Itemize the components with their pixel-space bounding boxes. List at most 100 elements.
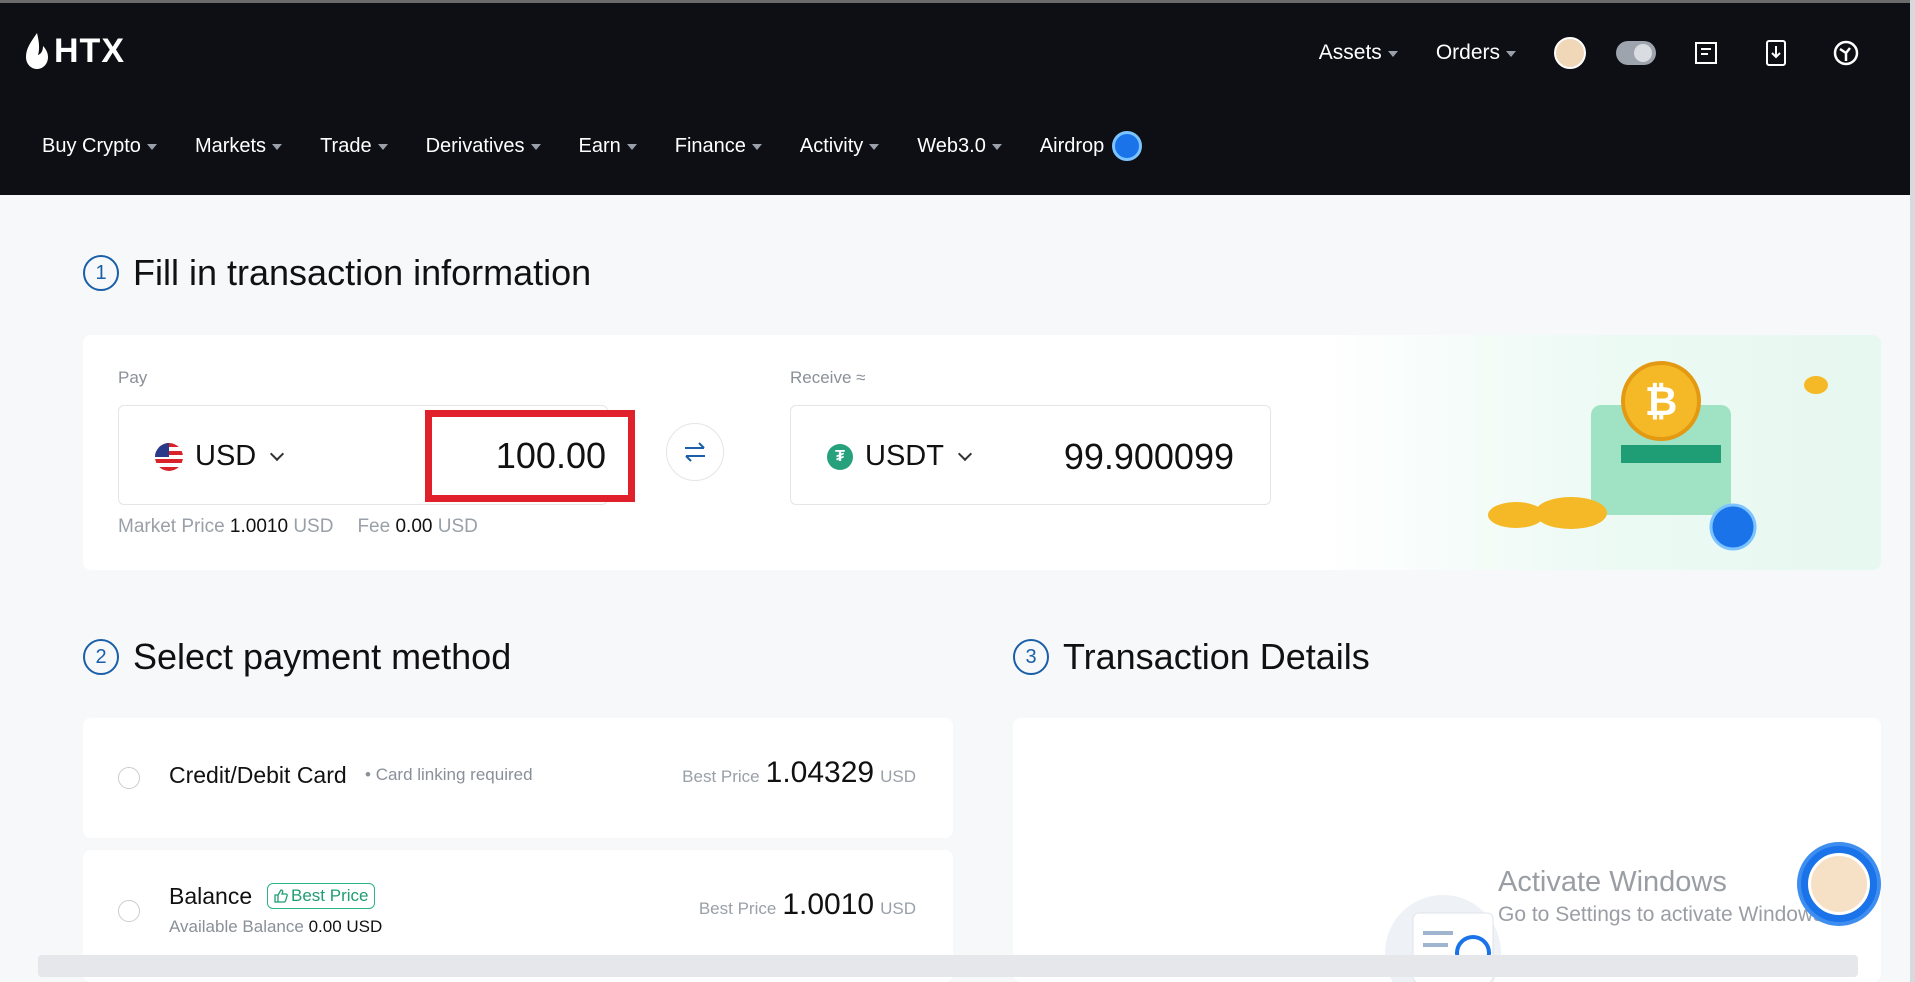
available-balance: Available Balance 0.00 USD — [169, 917, 382, 937]
coin-illustration: ₿ — [1321, 335, 1881, 570]
step1-title: Fill in transaction information — [133, 252, 592, 293]
payment-radio[interactable] — [118, 900, 140, 922]
nav-label: Web3.0 — [917, 134, 986, 157]
pay-label: Pay — [118, 368, 148, 387]
airdrop-badge-icon — [1112, 131, 1143, 161]
receive-box: ₮ USDT 99.900099 — [790, 405, 1271, 505]
payment-method-name: Balance — [169, 883, 253, 909]
nav-label: Markets — [194, 134, 267, 157]
assets-menu[interactable]: Assets — [1319, 41, 1398, 65]
svg-text:₿: ₿ — [1645, 380, 1678, 424]
caret-down-icon — [1506, 51, 1516, 57]
download-icon[interactable] — [1756, 33, 1796, 73]
payment-radio[interactable] — [118, 767, 140, 789]
nav-earn[interactable]: Earn — [579, 135, 637, 158]
price-value: 1.04329 — [765, 756, 875, 789]
caret-down-icon — [377, 144, 388, 150]
payment-method-card[interactable]: Credit/Debit Card • Card linking require… — [83, 718, 953, 838]
activate-windows-watermark: Activate Windows Go to Settings to activ… — [1498, 866, 1830, 927]
step1-heading: 1 Fill in transaction information — [83, 252, 591, 294]
header-right-controls: Assets Orders — [1319, 33, 1866, 73]
globe-icon[interactable] — [1826, 33, 1866, 73]
nav-label: Trade — [320, 134, 372, 157]
htx-logo[interactable]: HTX — [24, 31, 125, 71]
message-icon[interactable] — [1686, 33, 1726, 73]
nav-buy-crypto[interactable]: Buy Crypto — [42, 135, 157, 158]
price-unit: USD — [880, 899, 916, 918]
pay-amount-input[interactable] — [425, 410, 635, 502]
fee-unit: USD — [437, 516, 478, 537]
caret-down-icon — [869, 144, 880, 150]
market-price: Market Price 1.0010 USD — [118, 516, 333, 538]
nav-derivatives[interactable]: Derivatives — [426, 135, 541, 158]
chevron-down-icon — [957, 446, 973, 461]
chevron-down-icon — [270, 446, 285, 461]
price-unit: USD — [880, 767, 916, 786]
available-label: Available Balance — [169, 917, 304, 936]
pay-currency-label: USD — [195, 440, 257, 472]
best-price: Best Price 1.0010 USD — [699, 888, 916, 922]
receive-currency-select[interactable]: ₮ USDT — [827, 440, 973, 473]
nav-activity[interactable]: Activity — [800, 135, 880, 158]
nav-airdrop[interactable]: Airdrop — [1039, 131, 1143, 161]
logo-text: HTX — [54, 31, 125, 70]
receive-amount: 99.900099 — [1063, 436, 1234, 477]
nav-label: Earn — [578, 134, 621, 157]
receive-label: Receive ≈ — [790, 368, 866, 387]
card-linking-note: • Card linking required — [365, 765, 533, 784]
step3-heading: 3 Transaction Details — [1013, 636, 1370, 678]
step-number: 3 — [1013, 639, 1049, 675]
orders-menu[interactable]: Orders — [1436, 41, 1516, 65]
horizontal-scrollbar[interactable] — [38, 955, 1858, 977]
step2-heading: 2 Select payment method — [83, 636, 511, 678]
nav-trade[interactable]: Trade — [320, 135, 388, 158]
caret-down-icon — [530, 144, 541, 150]
support-chat-button[interactable] — [1797, 842, 1881, 926]
watermark-line2: Go to Settings to activate Windows. — [1498, 903, 1830, 926]
caret-down-icon — [1387, 51, 1398, 57]
transaction-card: ₿ Pay USD Receive ≈ ₮ USDT 99.900099 — [83, 335, 1881, 570]
nav-markets[interactable]: Markets — [194, 134, 283, 158]
notification-toggle[interactable] — [1616, 33, 1656, 73]
support-avatar-icon — [1808, 853, 1870, 915]
main-nav: Buy Crypto Markets Trade Derivatives Ear… — [42, 131, 1180, 161]
best-price: Best Price 1.04329 USD — [682, 756, 916, 790]
fee-value: 0.00 — [395, 516, 433, 537]
thumbs-up-icon — [274, 889, 288, 903]
step-number: 2 — [83, 639, 119, 675]
usdt-icon: ₮ — [827, 443, 853, 470]
available-value: 0.00 USD — [308, 917, 383, 936]
nav-web3[interactable]: Web3.0 — [917, 135, 1002, 158]
pay-box: USD — [118, 405, 635, 505]
orders-menu-label: Orders — [1435, 41, 1500, 64]
caret-down-icon — [146, 144, 157, 150]
us-flag-icon — [155, 442, 183, 471]
pay-currency-select[interactable]: USD — [155, 440, 285, 473]
caret-down-icon — [272, 144, 283, 150]
vertical-scrollbar[interactable] — [1910, 0, 1915, 982]
caret-down-icon — [626, 144, 637, 150]
nav-finance[interactable]: Finance — [675, 135, 762, 158]
toggle-switch — [1616, 41, 1656, 65]
nav-label: Finance — [674, 134, 746, 157]
payment-method-name: Credit/Debit Card — [169, 762, 347, 788]
price-label: Best Price — [682, 767, 760, 786]
fee: Fee 0.00 USD — [357, 516, 477, 538]
watermark-line1: Activate Windows — [1498, 866, 1727, 898]
nav-label: Buy Crypto — [42, 134, 141, 157]
swap-button[interactable] — [666, 423, 724, 481]
toggle-knob — [1634, 44, 1652, 62]
price-value: 1.0010 — [782, 888, 875, 921]
nav-label: Airdrop — [1039, 134, 1105, 157]
nav-label: Derivatives — [425, 134, 525, 157]
top-header: HTX Assets Orders Buy Crypto Markets Tra… — [0, 0, 1910, 195]
user-avatar[interactable] — [1554, 37, 1586, 69]
rate-info: Market Price 1.0010 USD Fee 0.00 USD — [118, 516, 478, 538]
receive-currency-label: USDT — [865, 440, 944, 472]
note-text: Card linking required — [375, 765, 533, 784]
badge-label: Best Price — [291, 886, 369, 905]
transaction-details-card — [1013, 718, 1881, 982]
assets-menu-label: Assets — [1318, 41, 1382, 64]
swap-arrows-icon — [685, 442, 705, 462]
step3-title: Transaction Details — [1063, 636, 1370, 677]
